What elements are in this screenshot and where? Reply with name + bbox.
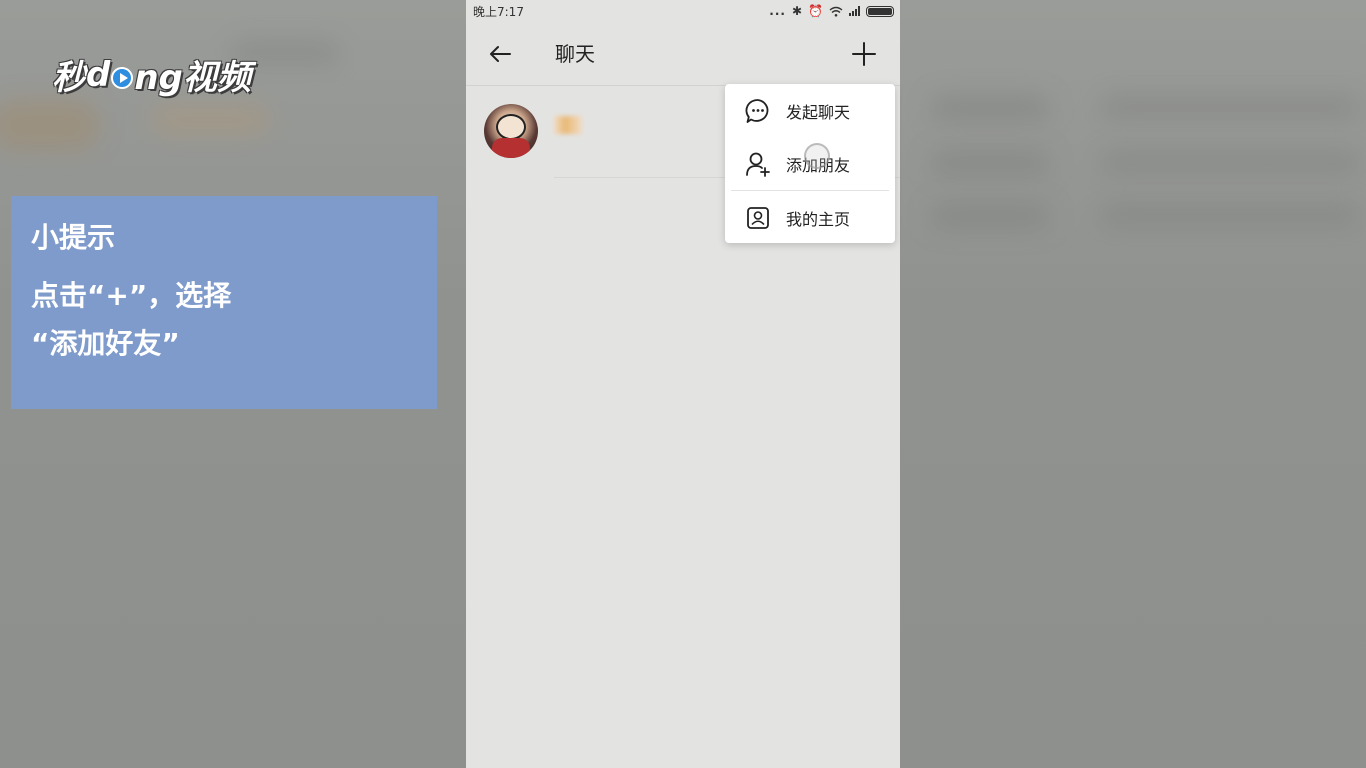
- avatar-face: [496, 114, 526, 140]
- more-dots-icon: ...: [769, 4, 786, 18]
- status-bar: 晚上7:17 ... ✱ ⏰: [466, 0, 900, 22]
- status-time: 晚上7:17: [473, 4, 524, 19]
- logo-text-end: ng视频: [134, 58, 251, 98]
- logo-text-mid: d: [86, 54, 111, 95]
- chat-name-blurred: [554, 116, 582, 134]
- status-icons: ... ✱ ⏰: [769, 4, 894, 18]
- back-arrow-icon: [490, 46, 511, 62]
- battery-icon: [866, 5, 894, 17]
- avatar: [484, 104, 538, 158]
- menu-item-my-profile[interactable]: 我的主页: [725, 191, 895, 244]
- video-brand-logo: 秒 d ng视频: [52, 50, 251, 99]
- background-blur: [1100, 150, 1360, 174]
- background-blur: [0, 100, 100, 150]
- background-blur: [1100, 203, 1360, 227]
- nav-bar: 聊天: [466, 22, 900, 86]
- signal-icon: [849, 6, 860, 16]
- plus-icon: [852, 42, 876, 66]
- right-background-panel: [900, 0, 1366, 768]
- add-menu-button[interactable]: [850, 40, 878, 68]
- menu-item-label: 我的主页: [786, 209, 851, 229]
- tip-title: 小提示: [31, 221, 116, 254]
- tap-indicator: [804, 143, 830, 169]
- tip-line-1: 点击“+”，选择: [31, 279, 232, 312]
- background-blur: [150, 105, 270, 135]
- background-blur: [930, 203, 1050, 229]
- menu-item-label: 发起聊天: [786, 102, 851, 122]
- play-icon: [111, 66, 134, 89]
- page-title: 聊天: [555, 42, 595, 66]
- tip-line-2: “添加好友”: [31, 327, 180, 360]
- logo-text-start: 秒: [52, 58, 86, 98]
- back-button[interactable]: [486, 40, 514, 68]
- tip-box: 小提示 点击“+”，选择 “添加好友”: [11, 196, 437, 409]
- bluetooth-icon: ✱: [791, 4, 803, 18]
- add-person-icon: [746, 152, 770, 177]
- background-blur: [930, 150, 1050, 176]
- chat-bubble-icon: [745, 98, 769, 123]
- background-blur: [1100, 95, 1360, 119]
- alarm-icon: ⏰: [808, 4, 823, 18]
- background-blur: [930, 95, 1050, 121]
- menu-item-start-chat[interactable]: 发起聊天: [725, 84, 895, 137]
- avatar-body: [492, 138, 530, 158]
- profile-card-icon: [747, 206, 769, 229]
- wifi-icon: [829, 6, 843, 17]
